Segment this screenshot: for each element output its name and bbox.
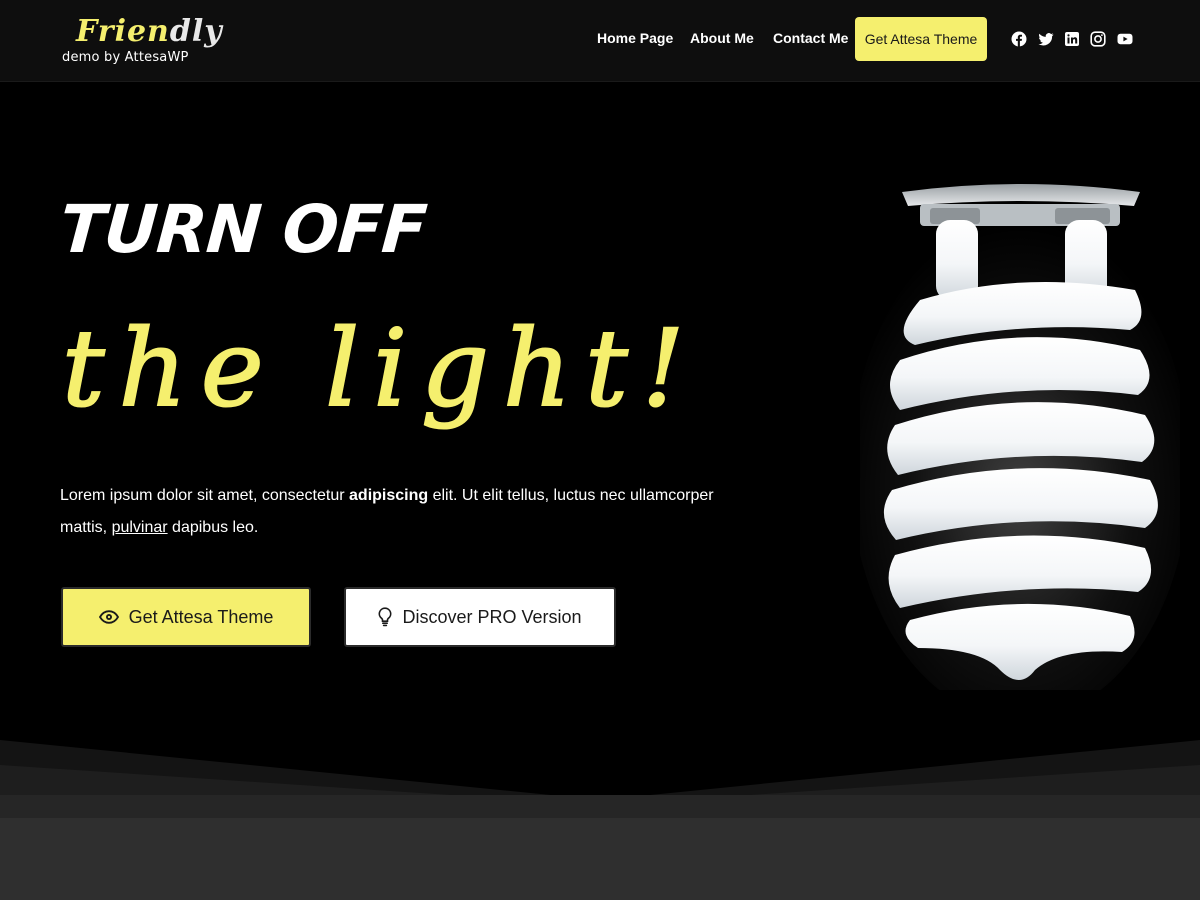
eye-icon — [98, 610, 119, 624]
get-attesa-label: Get Attesa Theme — [128, 606, 274, 627]
hero-heading-line1: TURN OFF — [57, 191, 429, 268]
nav-about-me[interactable]: About Me — [690, 30, 754, 46]
hero-lead-text: Lorem ipsum dolor sit amet, consectetur … — [60, 487, 714, 536]
nav-contact-me[interactable]: Contact Me — [773, 30, 848, 46]
lightbulb-icon — [378, 607, 392, 627]
twitter-icon[interactable] — [1038, 31, 1054, 47]
lead-link[interactable]: pulvinar — [112, 519, 168, 536]
section-divider — [0, 740, 1200, 900]
youtube-icon[interactable] — [1117, 31, 1133, 47]
instagram-icon[interactable] — [1090, 31, 1106, 47]
facebook-icon[interactable] — [1011, 31, 1027, 47]
discover-pro-button[interactable]: Discover PRO Version — [344, 587, 616, 647]
discover-pro-label: Discover PRO Version — [402, 606, 582, 627]
get-attesa-button[interactable]: Get Attesa Theme — [61, 587, 311, 647]
site-header: Friendly demo by AttesaWP Home Page Abou… — [0, 0, 1200, 82]
hero-heading-line2: the light! — [61, 306, 699, 431]
site-logo[interactable]: Friendly demo by AttesaWP — [62, 10, 222, 70]
lead-bold-word: adipiscing — [349, 487, 429, 504]
nav-home-page[interactable]: Home Page — [597, 30, 673, 46]
nav-cta-button[interactable]: Get Attesa Theme — [855, 17, 987, 61]
hero-section: TURN OFF the light! Lorem ipsum dolor si… — [0, 82, 1200, 802]
cfl-lightbulb-image — [860, 184, 1180, 690]
logo-wordmark: Friendly — [76, 14, 223, 49]
linkedin-icon[interactable] — [1064, 31, 1080, 47]
logo-tagline: demo by AttesaWP — [62, 50, 189, 65]
